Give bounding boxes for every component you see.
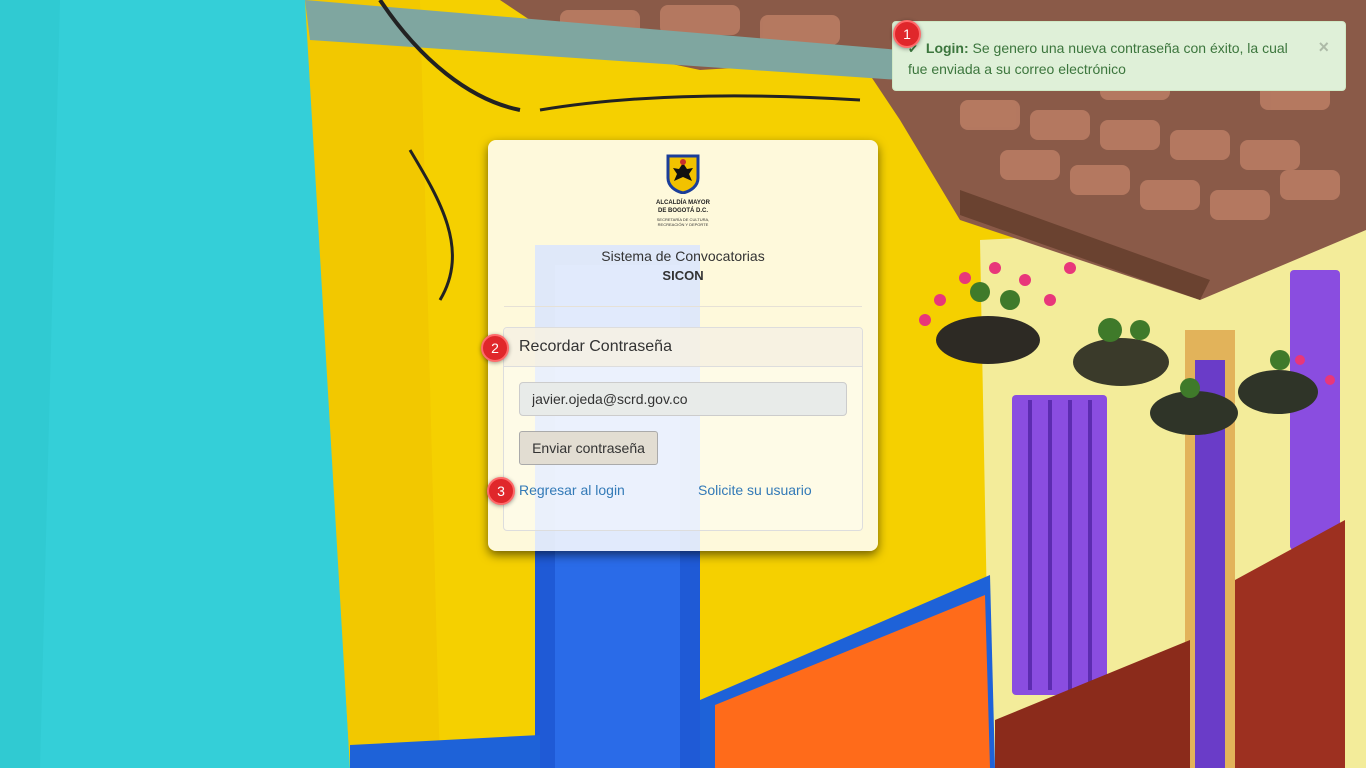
- panel-heading: Recordar Contraseña: [504, 328, 862, 367]
- system-title: Sistema de Convocatorias: [601, 248, 765, 264]
- close-button[interactable]: ×: [1318, 37, 1329, 57]
- logo-line-2: DE BOGOTÁ D.C.: [657, 208, 708, 214]
- notification-title: Login:: [925, 40, 969, 56]
- step-badge-2: 2: [481, 334, 509, 362]
- recover-password-panel: Recordar Contraseña Enviar contraseña Re…: [503, 327, 863, 531]
- logo-line-1: ALCALDÍA MAYOR: [656, 200, 710, 206]
- step-badge-3: 3: [487, 477, 515, 505]
- step-badge-1: 1: [893, 20, 921, 48]
- coat-of-arms-icon: [666, 154, 700, 195]
- request-user-link[interactable]: Solicite su usuario: [698, 482, 812, 498]
- login-card: ALCALDÍA MAYOR DE BOGOTÁ D.C. SECRETARÍA…: [488, 140, 878, 551]
- system-name: SICON: [662, 268, 704, 283]
- alcaldia-logo: ALCALDÍA MAYOR DE BOGOTÁ D.C. SECRETARÍA…: [651, 154, 715, 234]
- success-notification: ✔ Login: Se genero una nueva contraseña …: [892, 21, 1346, 91]
- logo-line-4: RECREACIÓN Y DEPORTE: [657, 222, 709, 227]
- email-field[interactable]: [519, 382, 847, 416]
- send-password-button[interactable]: Enviar contraseña: [519, 431, 658, 465]
- back-to-login-link[interactable]: Regresar al login: [519, 482, 625, 498]
- divider: [504, 306, 862, 307]
